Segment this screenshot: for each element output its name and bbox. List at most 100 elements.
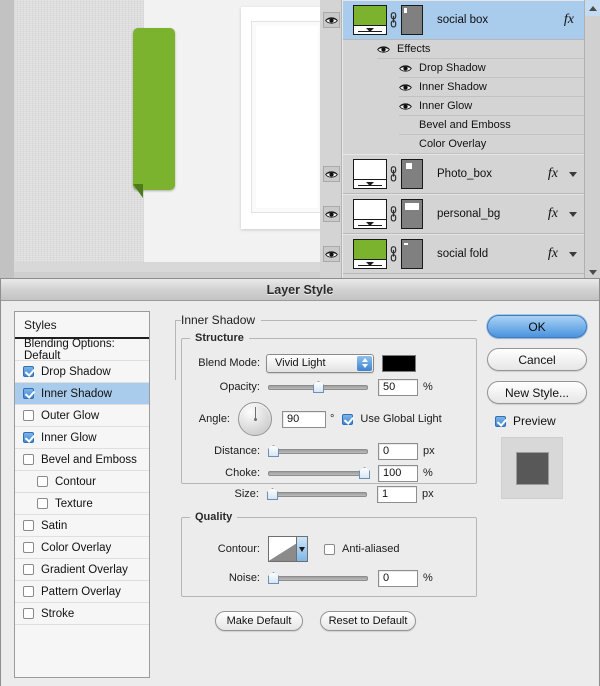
ok-button[interactable]: OK [487, 315, 587, 338]
style-item-pattern-overlay[interactable]: Pattern Overlay [15, 581, 149, 603]
layer-list[interactable]: social box fx Effects Drop Shadow Inner Shad… [342, 0, 600, 280]
cancel-button[interactable]: Cancel [487, 348, 587, 371]
layer-visibility-toggle[interactable] [323, 12, 340, 28]
layers-scrollbar[interactable] [584, 0, 600, 280]
style-enable-checkbox[interactable] [23, 564, 34, 575]
style-item-outer-glow[interactable]: Outer Glow [15, 405, 149, 427]
green-social-tab-shape[interactable] [133, 28, 175, 190]
style-enable-checkbox[interactable] [23, 586, 34, 597]
eye-icon[interactable] [399, 64, 412, 73]
layer-row[interactable]: personal_bg fx [343, 194, 584, 234]
layer-thumbnail[interactable] [353, 199, 387, 229]
preview-checkbox[interactable] [495, 415, 506, 427]
fx-badge-icon[interactable]: fx [564, 12, 574, 28]
use-global-light-checkbox[interactable] [342, 413, 354, 425]
style-item-blending-options-default[interactable]: Blending Options: Default [15, 338, 149, 362]
choke-input[interactable]: 100 [378, 464, 418, 482]
size-input[interactable]: 1 [377, 485, 417, 503]
style-enable-checkbox[interactable] [37, 498, 48, 509]
angle-input[interactable]: 90 [282, 410, 326, 428]
size-slider[interactable] [267, 487, 367, 501]
shadow-color-swatch[interactable] [382, 354, 416, 372]
style-item-drop-shadow[interactable]: Drop Shadow [15, 361, 149, 383]
eye-icon[interactable] [399, 83, 412, 92]
style-item-texture[interactable]: Texture [15, 493, 149, 515]
style-enable-checkbox[interactable] [23, 388, 34, 399]
preview-row[interactable]: Preview [495, 414, 587, 428]
distance-input[interactable]: 0 [378, 442, 418, 460]
layer-thumbnail[interactable] [353, 239, 387, 269]
eye-icon[interactable] [399, 102, 412, 111]
layer-row[interactable]: social box fx [343, 0, 584, 40]
eye-icon[interactable] [377, 45, 390, 54]
reset-to-default-button[interactable]: Reset to Default [320, 611, 416, 631]
layer-visibility-toggle[interactable] [323, 166, 340, 182]
layer-mask-thumbnail[interactable] [401, 239, 423, 269]
layer-effect-row[interactable]: Effects [377, 40, 584, 59]
new-style-button[interactable]: New Style... [487, 381, 587, 404]
layer-row[interactable]: Photo_box fx [343, 154, 584, 194]
style-enable-checkbox[interactable] [23, 542, 34, 553]
layer-visibility-toggle[interactable] [323, 206, 340, 222]
style-enable-checkbox[interactable] [37, 476, 48, 487]
noise-slider[interactable] [268, 571, 368, 585]
opacity-slider[interactable] [268, 380, 368, 394]
noise-input[interactable]: 0 [378, 569, 418, 587]
style-item-inner-glow[interactable]: Inner Glow [15, 427, 149, 449]
style-enable-checkbox[interactable] [23, 454, 34, 465]
layer-mask-thumbnail[interactable] [401, 5, 423, 35]
layer-effect-row[interactable]: Drop Shadow [399, 59, 584, 78]
layers-panel[interactable]: social box fx Effects Drop Shadow Inner Shad… [320, 0, 600, 280]
choke-slider[interactable] [268, 466, 370, 480]
fx-badge-icon[interactable]: fx [548, 166, 558, 182]
chevron-down-icon[interactable] [568, 251, 578, 257]
style-enable-checkbox[interactable] [23, 608, 34, 619]
style-enable-checkbox[interactable] [23, 410, 34, 421]
style-item-stroke[interactable]: Stroke [15, 603, 149, 625]
layer-effect-row[interactable]: Color Overlay [399, 135, 584, 154]
layer-effect-row[interactable]: Inner Glow [399, 97, 584, 116]
layer-thumbnail[interactable] [353, 5, 387, 35]
anti-aliased-checkbox[interactable] [324, 543, 335, 555]
chevron-updown-icon[interactable] [357, 355, 372, 371]
chevron-down-icon[interactable] [296, 537, 307, 561]
dialog-buttons[interactable]: OK Cancel New Style... Preview [487, 315, 587, 499]
layer-effect-row[interactable]: Inner Shadow [399, 78, 584, 97]
style-enable-checkbox[interactable] [23, 366, 34, 377]
opacity-input[interactable]: 50 [378, 378, 418, 396]
style-item-satin[interactable]: Satin [15, 515, 149, 537]
make-default-button[interactable]: Make Default [215, 611, 303, 631]
triangle-up-icon[interactable] [585, 0, 600, 16]
layer-thumbnail[interactable] [353, 159, 387, 189]
distance-slider[interactable] [268, 444, 368, 458]
link-icon[interactable] [387, 244, 399, 264]
chevron-down-icon[interactable] [568, 171, 578, 177]
link-icon[interactable] [387, 164, 399, 184]
style-enable-checkbox[interactable] [23, 432, 34, 443]
link-icon[interactable] [387, 10, 399, 30]
style-item-bevel-and-emboss[interactable]: Bevel and Emboss [15, 449, 149, 471]
style-item-gradient-overlay[interactable]: Gradient Overlay [15, 559, 149, 581]
link-icon[interactable] [387, 204, 399, 224]
document-canvas[interactable] [14, 0, 333, 272]
layer-row[interactable]: social fold fx [343, 234, 584, 274]
angle-dial[interactable] [238, 402, 272, 436]
style-item-contour[interactable]: Contour [15, 471, 149, 493]
layer-mask-thumbnail[interactable] [401, 159, 423, 189]
styles-list-panel[interactable]: Styles Blending Options: Default Drop Sha… [14, 311, 150, 678]
layer-effect-row[interactable]: Bevel and Emboss [399, 116, 584, 135]
layer-mask-thumbnail[interactable] [401, 199, 423, 229]
styles-items-container[interactable]: Blending Options: Default Drop Shadow Inne… [15, 338, 149, 625]
contour-preset-picker[interactable] [268, 536, 308, 562]
style-enable-checkbox[interactable] [23, 520, 34, 531]
fx-badge-icon[interactable]: fx [548, 206, 558, 222]
distance-unit: px [423, 445, 435, 457]
layer-style-dialog[interactable]: Layer Style Styles Blending Options: Def… [0, 278, 600, 686]
style-item-inner-shadow[interactable]: Inner Shadow [15, 383, 149, 405]
fx-badge-icon[interactable]: fx [548, 246, 558, 262]
blend-mode-select[interactable]: Vivid Light [266, 353, 374, 373]
style-item-color-overlay[interactable]: Color Overlay [15, 537, 149, 559]
chevron-down-icon[interactable] [568, 211, 578, 217]
settings-panel[interactable]: Inner Shadow Structure Blend Mode: Vivid… [163, 311, 481, 678]
layer-visibility-toggle[interactable] [323, 246, 340, 262]
